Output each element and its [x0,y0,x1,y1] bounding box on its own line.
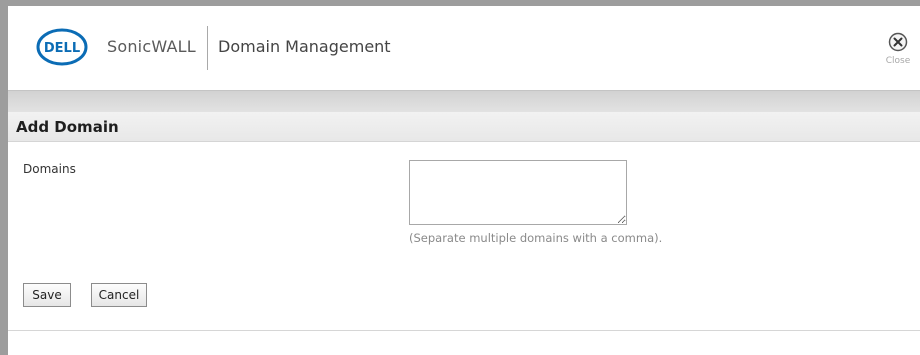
toolbar-band [8,90,920,113]
close-label: Close [885,56,911,66]
app-header: DELL SonicWALL Domain Management Close [8,6,920,90]
header-divider [207,26,208,70]
brand-name: SonicWALL [107,37,196,56]
cancel-button[interactable]: Cancel [91,283,147,307]
dell-logo-text: DELL [44,41,80,56]
section-header: Add Domain [8,112,920,142]
close-icon [888,32,908,52]
domains-help-text: (Separate multiple domains with a comma)… [409,231,663,245]
section-title: Add Domain [16,118,119,136]
window-frame: DELL SonicWALL Domain Management Close A… [0,0,920,355]
close-button[interactable]: Close [878,32,918,82]
domains-input[interactable] [409,160,627,225]
footer-divider [8,330,920,331]
save-button[interactable]: Save [23,283,71,307]
dell-logo-icon: DELL [36,28,88,66]
page-title: Domain Management [218,37,391,56]
frame-left-border [0,0,8,355]
domains-label: Domains [23,162,76,176]
